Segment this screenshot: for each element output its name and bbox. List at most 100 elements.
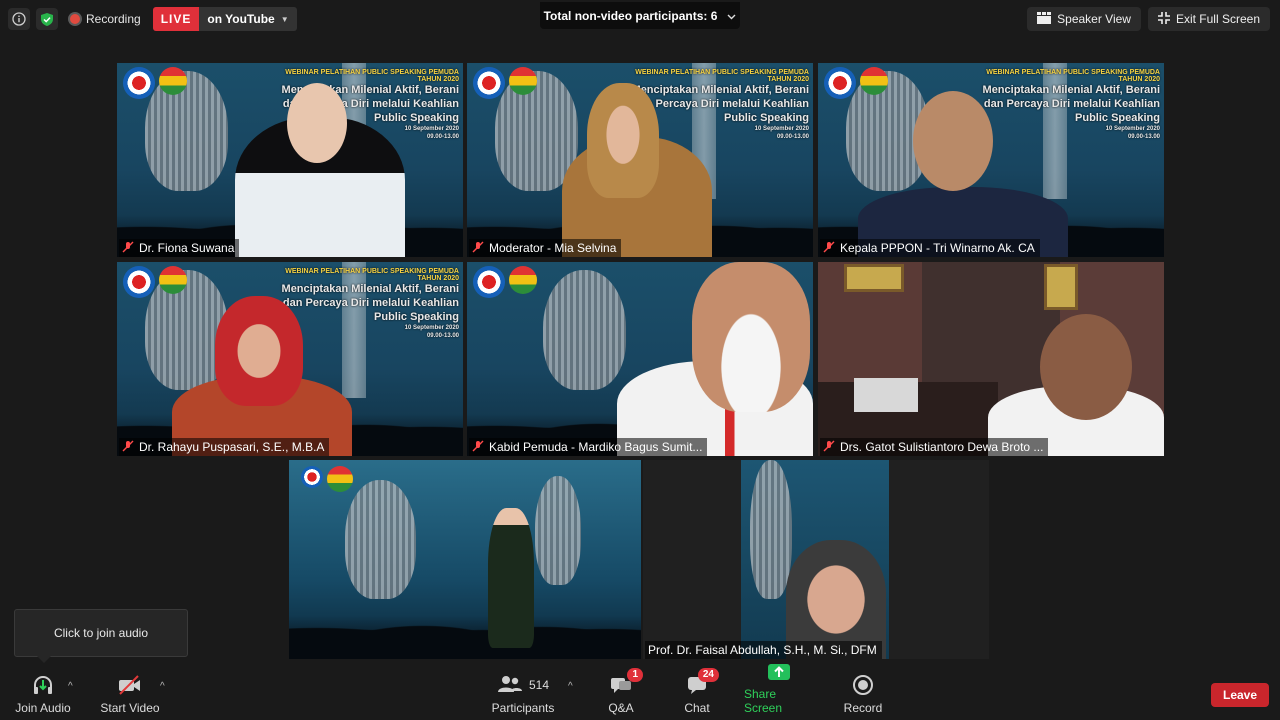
video-tile[interactable]: Drs. Gatot Sulistiantoro Dewa Broto ... — [818, 262, 1164, 456]
video-tile[interactable]: WEBINAR PELATIHAN PUBLIC SPEAKING PEMUDA… — [818, 63, 1164, 257]
non-video-participants-dropdown[interactable]: Total non-video participants: 6 — [540, 2, 740, 29]
participant-name: Kepala PPPON - Tri Winarno Ak. CA — [840, 241, 1035, 255]
video-off-icon — [117, 674, 143, 696]
headphones-icon — [32, 674, 54, 696]
event-logo — [327, 466, 353, 492]
video-tile[interactable]: WEBINAR PELATIHAN PUBLIC SPEAKING PEMUDA… — [117, 262, 463, 456]
banner-date: 10 September 2020 — [1105, 126, 1160, 132]
muted-mic-icon — [472, 440, 484, 455]
sponsor-logos — [123, 266, 187, 298]
start-video-button[interactable]: Start Video — [100, 667, 160, 715]
banner-header: WEBINAR PELATIHAN PUBLIC SPEAKING PEMUDA — [285, 268, 459, 275]
live-stream-dropdown[interactable]: LIVE on YouTube ▼ — [152, 7, 297, 31]
zoom-meeting-window: Recording LIVE on YouTube ▼ Total non-vi… — [0, 0, 1280, 720]
event-logo — [159, 67, 187, 95]
join-audio-tooltip[interactable]: Click to join audio — [14, 609, 188, 663]
caret-down-icon: ▼ — [280, 14, 289, 24]
microphone-graphic — [543, 269, 627, 391]
exit-fullscreen-label: Exit Full Screen — [1175, 12, 1260, 26]
live-badge: LIVE — [152, 7, 200, 31]
kemenpora-logo — [301, 466, 323, 488]
sponsor-logos — [473, 67, 537, 99]
video-tile[interactable]: WEBINAR PELATIHAN PUBLIC SPEAKING PEMUDA… — [117, 63, 463, 257]
audio-options-chevron-icon[interactable]: ^ — [68, 681, 73, 692]
participants-icon — [497, 675, 523, 696]
exit-fullscreen-icon — [1157, 11, 1170, 27]
participants-button[interactable]: 514 Participants — [491, 667, 555, 715]
kemenpora-logo — [473, 67, 505, 99]
join-audio-button[interactable]: Join Audio — [14, 667, 72, 715]
chat-badge: 24 — [697, 668, 719, 682]
participant-face — [587, 83, 659, 198]
qa-button[interactable]: 1 Q&A — [602, 667, 643, 715]
sponsor-logos — [301, 466, 353, 492]
participants-label: Participants — [491, 701, 555, 715]
recording-dot-icon — [70, 14, 80, 24]
top-status-bar: Recording LIVE on YouTube ▼ — [8, 7, 297, 31]
record-button[interactable]: Record — [843, 667, 883, 715]
event-logo — [860, 67, 888, 95]
kemenpora-logo — [473, 266, 505, 298]
participant-face — [287, 83, 347, 163]
participant-nameplate: Dr. Rahayu Puspasari, S.E., M.B.A — [119, 438, 330, 456]
video-tile[interactable]: WEBINAR PELATIHAN PUBLIC SPEAKING PEMUDA… — [467, 63, 813, 257]
chat-button[interactable]: 24 Chat — [679, 667, 719, 715]
recording-indicator[interactable]: Recording — [70, 12, 141, 26]
participant-face — [913, 91, 993, 191]
qa-label: Q&A — [608, 701, 634, 715]
banner-header: WEBINAR PELATIHAN PUBLIC SPEAKING PEMUDA — [285, 69, 459, 76]
banner-line-3: Public Speaking — [1075, 112, 1160, 124]
video-tile[interactable]: Prof. Dr. Faisal Abdullah, S.H., M. Si.,… — [643, 460, 989, 659]
share-screen-icon — [767, 662, 791, 682]
banner-line-1: Menciptakan Milenial Aktif, Berani — [281, 283, 459, 295]
participants-options-chevron-icon[interactable]: ^ — [568, 681, 573, 692]
leave-button[interactable]: Leave — [1211, 683, 1269, 707]
banner-line-2: dan Percaya Diri melalui Keahlian — [282, 297, 459, 309]
stream-target: on YouTube ▼ — [199, 12, 296, 26]
event-logo — [509, 266, 537, 294]
banner-line-3: Public Speaking — [374, 311, 459, 323]
participant-face — [692, 262, 810, 412]
share-screen-button[interactable]: Share Screen — [744, 664, 814, 715]
view-controls: Speaker View Exit Full Screen — [1027, 7, 1270, 31]
webinar-banner-text: WEBINAR PELATIHAN PUBLIC SPEAKING PEMUDA… — [983, 69, 1160, 141]
participants-count: 514 — [528, 678, 550, 692]
video-tile[interactable]: Kabid Pemuda - Mardiko Bagus Sumit... — [467, 262, 813, 456]
qa-icon: 1 — [610, 668, 643, 696]
participant-nameplate: Drs. Gatot Sulistiantoro Dewa Broto ... — [820, 438, 1049, 456]
video-tile-active-speaker[interactable] — [289, 460, 641, 659]
banner-header: WEBINAR PELATIHAN PUBLIC SPEAKING PEMUDA — [635, 69, 809, 76]
info-icon[interactable] — [8, 8, 30, 30]
participant-name: Kabid Pemuda - Mardiko Bagus Sumit... — [489, 440, 703, 454]
muted-mic-icon — [823, 440, 835, 455]
participant-nameplate: Dr. Fiona Suwana — [119, 239, 240, 257]
speaker-view-button[interactable]: Speaker View — [1027, 7, 1141, 31]
microphone-graphic — [750, 460, 792, 600]
banner-date: 10 September 2020 — [404, 325, 459, 331]
participant-nameplate: Prof. Dr. Faisal Abdullah, S.H., M. Si.,… — [645, 641, 882, 659]
speaker-view-label: Speaker View — [1057, 12, 1131, 26]
presenter-figure — [488, 508, 534, 648]
exit-fullscreen-button[interactable]: Exit Full Screen — [1147, 7, 1270, 31]
event-logo — [159, 266, 187, 294]
encryption-shield-icon[interactable] — [36, 8, 58, 30]
kemenpora-logo — [824, 67, 856, 99]
sponsor-logos — [123, 67, 187, 99]
wall-portrait — [844, 264, 904, 292]
kemenpora-logo — [123, 266, 155, 298]
banner-line-2: dan Percaya Diri melalui Keahlian — [632, 98, 809, 110]
speaker-view-icon — [1037, 11, 1052, 27]
start-video-label: Start Video — [100, 701, 160, 715]
participant-face — [215, 296, 303, 406]
participant-nameplate: Kepala PPPON - Tri Winarno Ak. CA — [820, 239, 1040, 257]
muted-mic-icon — [823, 241, 835, 256]
participant-face — [1040, 314, 1132, 420]
sponsor-logos — [473, 266, 537, 298]
participant-name: Prof. Dr. Faisal Abdullah, S.H., M. Si.,… — [648, 643, 877, 657]
banner-line-1: Menciptakan Milenial Aktif, Berani — [982, 84, 1160, 96]
banner-line-1: Menciptakan Milenial Aktif, Berani — [631, 84, 809, 96]
sponsor-logos — [824, 67, 888, 99]
chat-label: Chat — [684, 701, 710, 715]
banner-year: TAHUN 2020 — [767, 76, 810, 83]
video-options-chevron-icon[interactable]: ^ — [160, 681, 165, 692]
